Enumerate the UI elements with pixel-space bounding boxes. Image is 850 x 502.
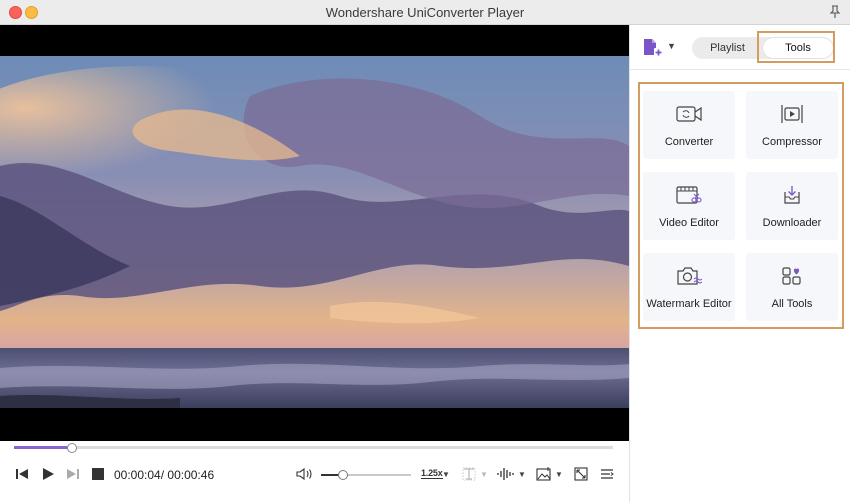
current-time: 00:00:04: [114, 468, 161, 482]
tool-compressor[interactable]: Compressor: [746, 91, 838, 159]
screenshot-button[interactable]: [536, 466, 552, 482]
downloader-icon: [784, 186, 800, 204]
video-frame: [0, 56, 629, 408]
tool-watermark-editor[interactable]: Watermark Editor: [643, 253, 735, 321]
add-file-dropdown[interactable]: ▼: [667, 41, 676, 51]
chevron-down-icon: ▼: [518, 469, 526, 479]
progress-bar-fill: [14, 446, 73, 449]
audio-waveform-icon: [497, 468, 514, 480]
tool-label: Watermark Editor: [646, 298, 732, 310]
time-separator: /: [160, 468, 165, 482]
subtitle-icon: [462, 467, 476, 481]
all-tools-icon: [782, 267, 801, 285]
previous-icon: [16, 469, 28, 479]
subtitle-button[interactable]: [462, 466, 476, 482]
image-icon: [536, 467, 551, 481]
side-panel: ▼ Playlist Tools Converter Compressor Vi…: [629, 25, 850, 502]
speaker-icon: [296, 467, 312, 481]
play-button[interactable]: [41, 466, 55, 482]
volume-button[interactable]: [296, 466, 314, 482]
duration: 00:00:46: [167, 468, 215, 482]
playlist-toggle-button[interactable]: [600, 466, 614, 482]
audio-track-button[interactable]: [497, 466, 515, 482]
compressor-icon: [781, 105, 803, 123]
tool-label: Downloader: [762, 217, 822, 229]
volume-slider[interactable]: [321, 470, 411, 480]
tool-label: Converter: [664, 136, 714, 148]
playback-controls: 00:00:04/ 00:00:46 1.25x ▼ ▼ ▼ ▼: [0, 441, 629, 502]
stop-button[interactable]: [91, 466, 105, 482]
tool-label: All Tools: [771, 298, 813, 310]
next-button[interactable]: [66, 466, 80, 482]
watermark-editor-icon: [677, 267, 702, 285]
progress-handle[interactable]: [67, 443, 78, 453]
panel-header: ▼ Playlist Tools: [630, 25, 850, 70]
chevron-down-icon: ▼: [480, 469, 488, 479]
tool-video-editor[interactable]: Video Editor: [643, 172, 735, 240]
volume-handle[interactable]: [337, 470, 348, 480]
converter-icon: [676, 106, 702, 122]
fullscreen-button[interactable]: [574, 466, 588, 482]
chevron-down-icon: ▼: [442, 469, 450, 479]
stop-icon: [92, 468, 104, 480]
video-editor-icon: [676, 186, 702, 204]
chevron-down-icon: ▼: [555, 469, 563, 479]
playback-speed-button[interactable]: 1.25x: [421, 468, 443, 479]
tool-label: Compressor: [762, 136, 822, 148]
pin-icon[interactable]: [828, 5, 842, 19]
window-title: Wondershare UniConverter Player: [325, 5, 525, 20]
time-display: 00:00:04/ 00:00:46: [114, 468, 214, 482]
list-icon: [601, 469, 614, 479]
audio-track-dropdown[interactable]: ▼: [518, 466, 526, 482]
tool-label: Video Editor: [659, 217, 719, 229]
previous-button[interactable]: [15, 466, 29, 482]
add-file-icon[interactable]: [642, 38, 664, 58]
screenshot-dropdown[interactable]: ▼: [555, 466, 563, 482]
fullscreen-icon: [574, 467, 588, 481]
speed-dropdown[interactable]: ▼: [442, 466, 450, 482]
tool-downloader[interactable]: Downloader: [746, 172, 838, 240]
title-bar: Wondershare UniConverter Player: [0, 0, 850, 25]
tools-tab-highlight: [757, 31, 835, 63]
video-viewport[interactable]: [0, 25, 629, 441]
tab-playlist[interactable]: Playlist: [692, 37, 763, 59]
tool-converter[interactable]: Converter: [643, 91, 735, 159]
progress-bar[interactable]: [14, 443, 613, 453]
subtitle-dropdown[interactable]: ▼: [480, 466, 488, 482]
play-icon: [43, 468, 54, 480]
tool-all-tools[interactable]: All Tools: [746, 253, 838, 321]
next-icon: [67, 469, 79, 479]
